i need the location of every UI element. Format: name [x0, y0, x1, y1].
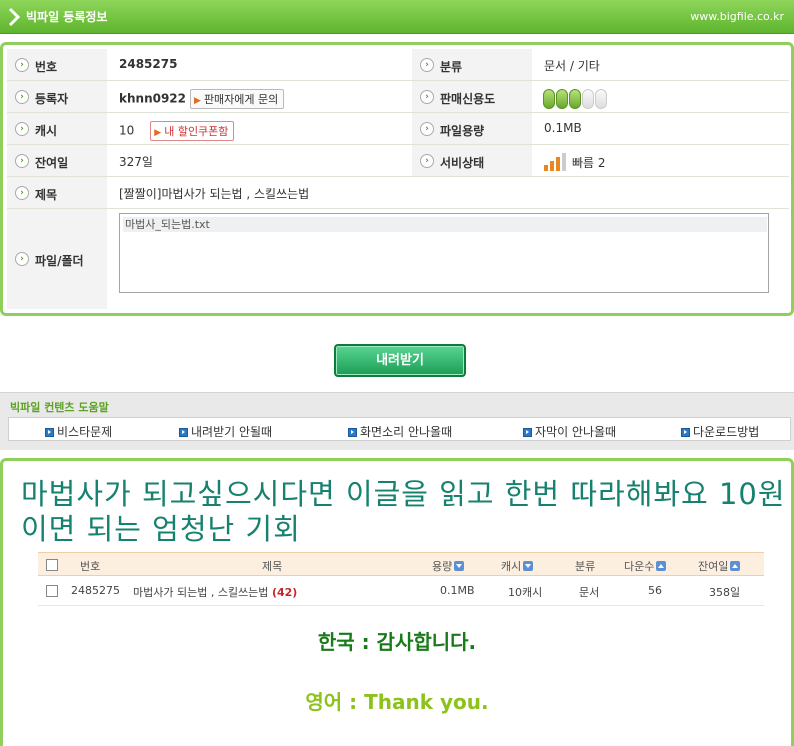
help-section: 빅파일 컨텐츠 도움말 비스타문제 내려받기 안될때 화면소리 안나올때 자막이… — [0, 392, 794, 450]
arrow-box-icon — [348, 428, 357, 437]
label-cell: › 서비상태 — [412, 145, 532, 176]
label-cell: › 파일/폴더 — [7, 209, 107, 309]
credit-pill-filled — [543, 89, 555, 109]
arrow-bullet-icon: › — [15, 252, 29, 266]
info-row-title: › 제목 [짤짤이]마법사가 되는법 , 스킬쓰는법 — [7, 177, 789, 209]
col-days[interactable]: 잔여일 — [698, 558, 741, 574]
row-number: 2485275 — [71, 584, 120, 597]
row-downloads: 56 — [648, 584, 662, 597]
arrow-bullet-icon: › — [15, 121, 29, 136]
arrow-bullet-icon: › — [420, 57, 434, 72]
info-row-number: › 번호 2485275 › 분류 문서 / 기타 — [7, 49, 789, 81]
col-size[interactable]: 용량 — [432, 558, 465, 574]
remaining-days: 327일 — [119, 154, 153, 169]
help-link-download-method[interactable]: 다운로드방법 — [681, 423, 759, 440]
cash-price: 10 ▶ 내 할인쿠폰함 — [119, 120, 235, 141]
credit-pill-empty — [582, 89, 594, 109]
row-category: 문서 — [579, 586, 600, 599]
site-url: www.bigfile.co.kr — [690, 10, 784, 23]
thanks-korean: 한국 : 감사합니다. — [317, 630, 477, 654]
contact-seller-button[interactable]: ▶ 판매자에게 문의 — [190, 88, 285, 109]
triangle-right-icon: ▶ — [154, 127, 162, 138]
header-title: 빅파일 등록정보 — [26, 10, 108, 24]
file-list-item[interactable]: 마법사_되는법.txt — [123, 217, 767, 232]
file-list-box[interactable]: 마법사_되는법.txt — [119, 213, 769, 293]
arrow-bullet-icon: › — [15, 57, 29, 72]
col-title: 제목 — [262, 560, 283, 573]
info-row-cash: › 캐시 10 ▶ 내 할인쿠폰함 › 파일용량 0.1MB — [7, 113, 789, 145]
select-all-checkbox[interactable] — [46, 559, 58, 571]
credit-rating-meter — [543, 89, 608, 112]
help-links-bar: 비스타문제 내려받기 안될때 화면소리 안나올때 자막이 안나올때 다운로드방법 — [8, 417, 791, 441]
uploader-name: khnn0922 ▶ 판매자에게 문의 — [119, 88, 285, 109]
label-cell: › 캐시 — [7, 113, 107, 144]
label-cell: › 분류 — [412, 49, 532, 80]
help-title: 빅파일 컨텐츠 도움말 — [10, 401, 109, 414]
label-cell: › 번호 — [7, 49, 107, 80]
arrow-box-icon — [45, 428, 54, 437]
help-link-no-subtitle[interactable]: 자막이 안나올때 — [523, 423, 616, 440]
header-bar: 빅파일 등록정보 www.bigfile.co.kr — [0, 0, 794, 34]
arrow-bullet-icon: › — [15, 185, 29, 200]
sort-down-icon — [523, 561, 534, 571]
arrow-bullet-icon: › — [15, 153, 29, 168]
label-cell: › 판매신용도 — [412, 81, 532, 112]
col-cash[interactable]: 캐시 — [501, 558, 534, 574]
arrow-bullet-icon: › — [15, 89, 29, 104]
arrow-box-icon — [523, 428, 532, 437]
info-row-days: › 잔여일 327일 › 서비상태 빠름 2 — [7, 145, 789, 177]
row-title[interactable]: 마법사가 되는법 , 스킬쓰는법 (42) — [133, 584, 297, 600]
sort-down-icon — [454, 561, 465, 571]
chevron-right-icon — [8, 7, 21, 27]
label-cell: › 잔여일 — [7, 145, 107, 176]
arrow-bullet-icon: › — [420, 89, 434, 104]
row-size: 0.1MB — [440, 584, 475, 597]
table-header: 번호 제목 용량 캐시 분류 다운수 잔여일 — [38, 552, 764, 576]
related-files-table: 번호 제목 용량 캐시 분류 다운수 잔여일 2485275 마법사가 되는법 … — [38, 552, 764, 606]
credit-pill-filled — [556, 89, 568, 109]
col-downloads[interactable]: 다운수 — [624, 558, 667, 574]
row-checkbox[interactable] — [46, 585, 58, 597]
signal-bars-icon — [544, 152, 568, 171]
file-info-panel: › 번호 2485275 › 분류 문서 / 기타 › 등록자 khnn0922 ▶ 판매… — [0, 42, 794, 316]
content-headline: 마법사가 되고싶으시다면 이글을 읽고 한번 따라해봐요 10원이면 되는 엄청… — [21, 477, 786, 546]
coupon-button[interactable]: ▶ 내 할인쿠폰함 — [150, 120, 235, 141]
file-category: 문서 / 기타 — [544, 58, 600, 73]
info-row-uploader: › 등록자 khnn0922 ▶ 판매자에게 문의 › 판매신용도 — [7, 81, 789, 113]
file-number: 2485275 — [119, 56, 178, 71]
sort-up-icon — [656, 561, 667, 571]
thanks-english: 영어 : Thank you. — [305, 690, 489, 714]
label-cell: › 제목 — [7, 177, 107, 208]
row-days: 358일 — [709, 586, 741, 599]
row-cash: 10캐시 — [508, 586, 543, 599]
help-link-vista[interactable]: 비스타문제 — [45, 423, 112, 440]
arrow-box-icon — [681, 428, 690, 437]
credit-pill-filled — [569, 89, 581, 109]
file-size: 0.1MB — [544, 120, 582, 135]
file-title: [짤짤이]마법사가 되는법 , 스킬쓰는법 — [119, 186, 310, 201]
credit-pill-empty — [595, 89, 607, 109]
arrow-box-icon — [179, 428, 188, 437]
sort-up-icon — [730, 561, 741, 571]
help-link-no-sound[interactable]: 화면소리 안나올때 — [348, 423, 452, 440]
col-category: 분류 — [575, 560, 596, 573]
table-row[interactable]: 2485275 마법사가 되는법 , 스킬쓰는법 (42) 0.1MB 10캐시… — [38, 576, 764, 606]
arrow-bullet-icon: › — [420, 153, 434, 168]
help-link-download-fail[interactable]: 내려받기 안될때 — [179, 423, 272, 440]
service-status: 빠름 2 — [544, 152, 606, 171]
info-row-files: › 파일/폴더 마법사_되는법.txt — [7, 209, 789, 309]
label-cell: › 등록자 — [7, 81, 107, 112]
triangle-right-icon: ▶ — [194, 95, 201, 106]
label-cell: › 파일용량 — [412, 113, 532, 144]
download-button[interactable]: 내려받기 — [334, 344, 466, 377]
arrow-bullet-icon: › — [420, 121, 434, 136]
col-number: 번호 — [80, 560, 101, 573]
